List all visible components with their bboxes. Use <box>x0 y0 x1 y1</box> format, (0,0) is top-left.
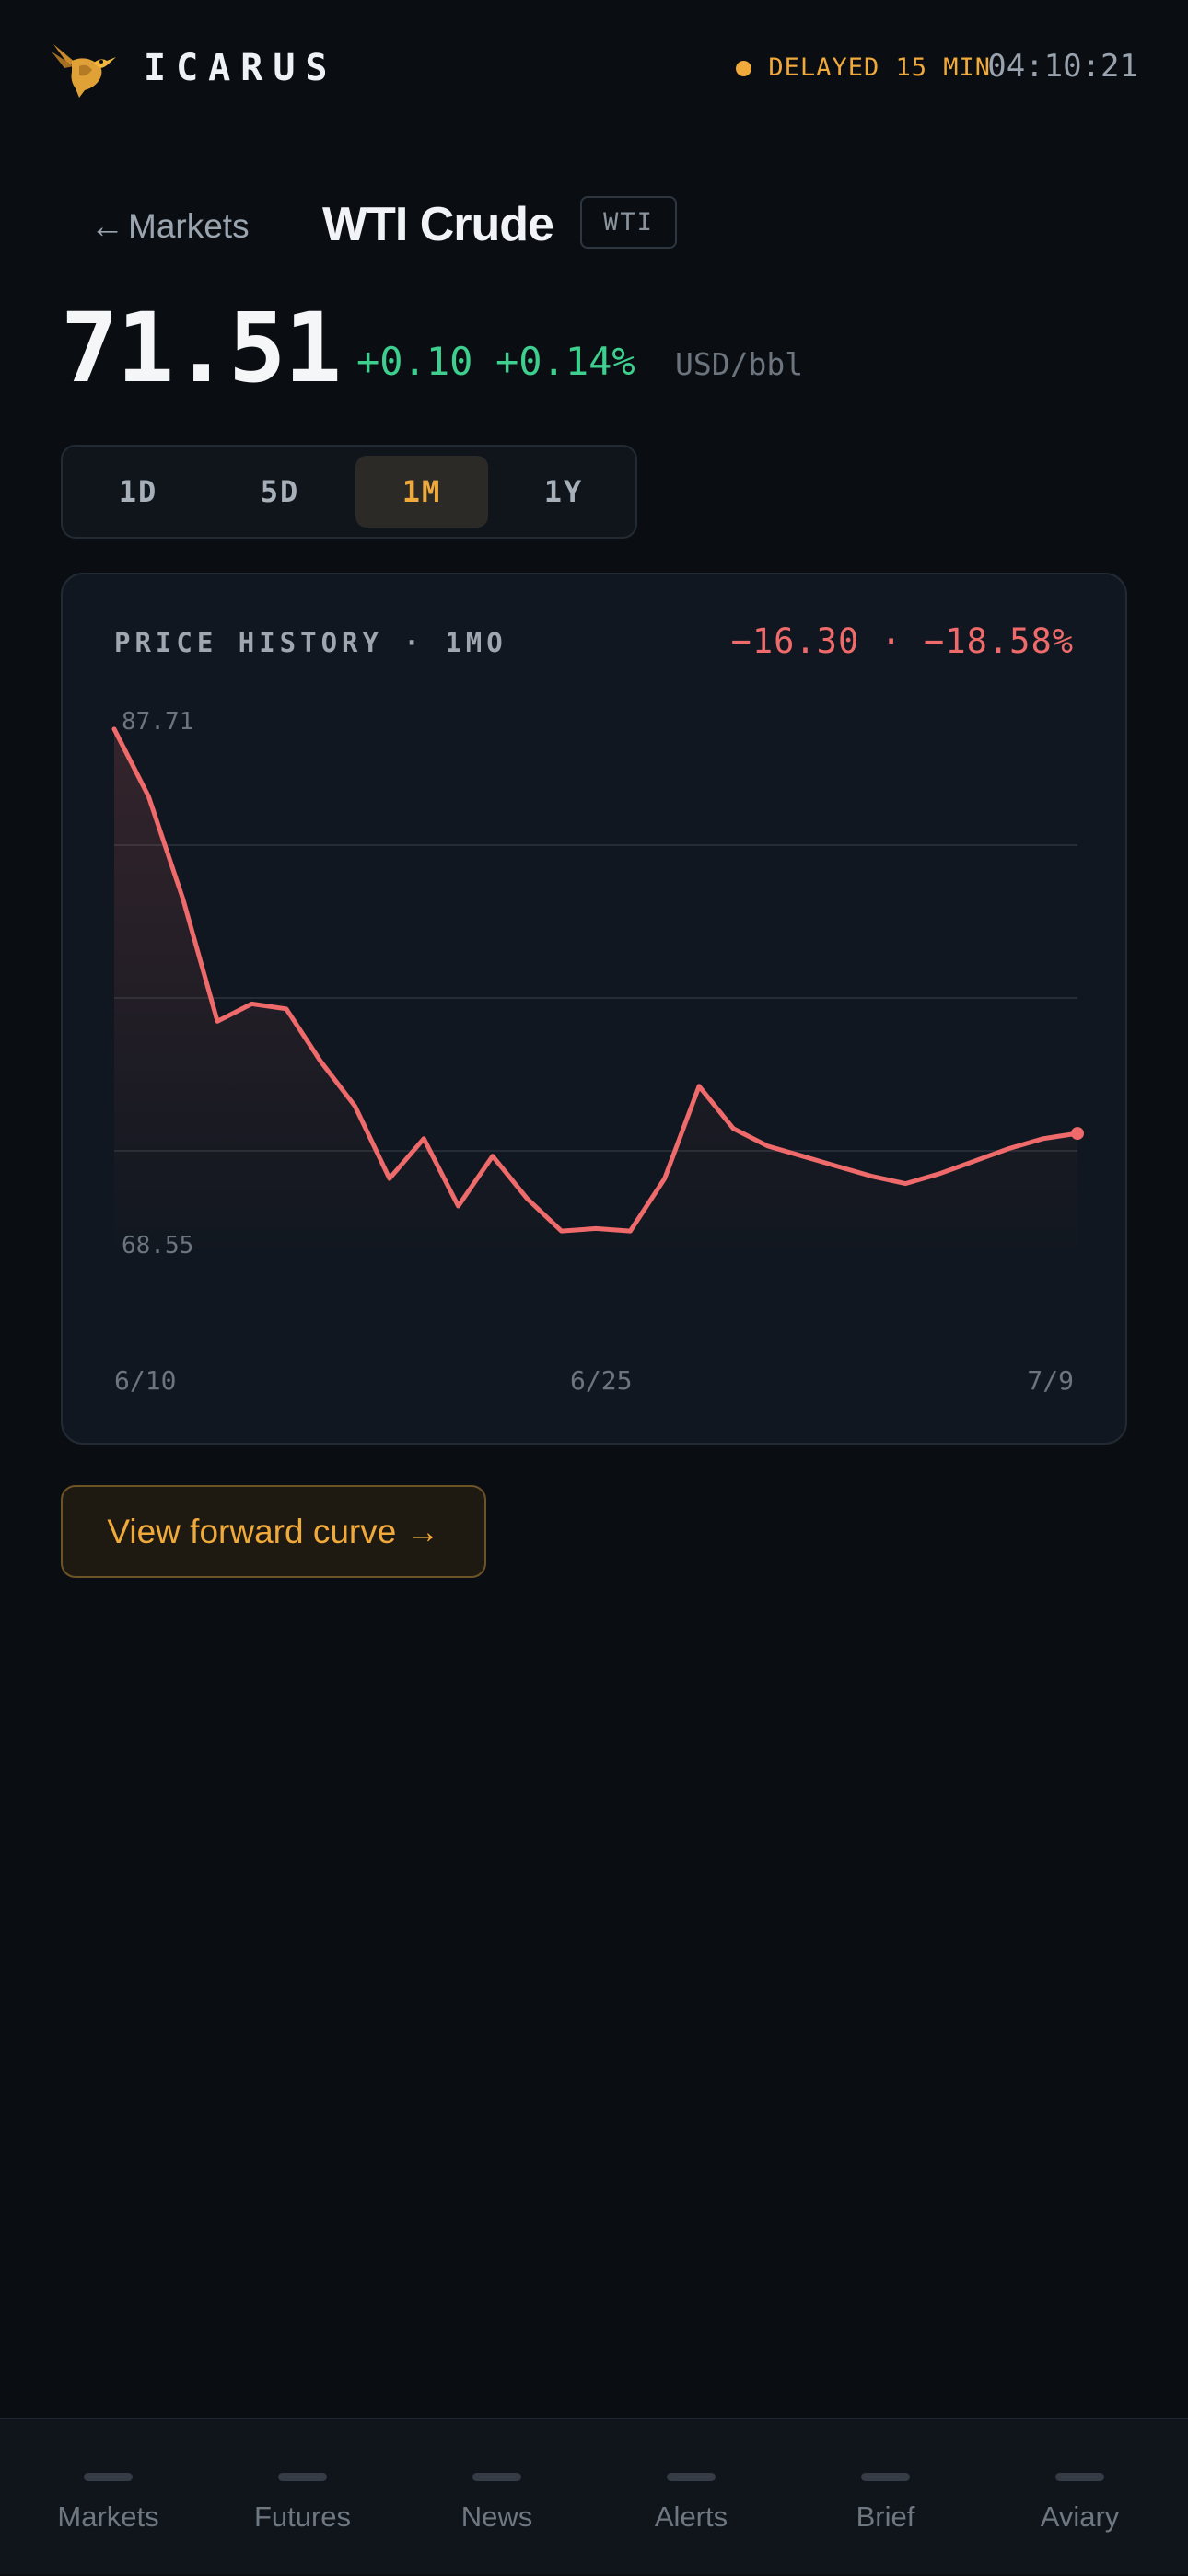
nav-label-futures: Futures <box>204 2498 402 2536</box>
hummingbird-icon <box>48 35 118 99</box>
page-title: WTI Crude <box>322 195 553 254</box>
nav-label-brief: Brief <box>786 2498 984 2536</box>
nav-tab-alerts[interactable]: Alerts <box>592 2419 790 2576</box>
last-price: 71.51 <box>61 293 340 403</box>
clock: 04:10:21 <box>987 46 1138 87</box>
app-name: ICARUS <box>144 44 338 92</box>
nav-label-aviary: Aviary <box>981 2498 1179 2536</box>
nav-label-markets: Markets <box>9 2498 207 2536</box>
back-link-label: Markets <box>128 207 250 245</box>
nav-indicator-icon <box>667 2473 716 2481</box>
status-dot-icon <box>736 61 751 76</box>
ticker-badge: WTI <box>580 196 677 249</box>
back-arrow-icon: ← <box>90 207 124 245</box>
range-option-1y[interactable]: 1Y <box>497 456 630 528</box>
nav-tab-news[interactable]: News <box>398 2419 596 2576</box>
price-history-card: PRICE HISTORY · 1MO −16.30 · −18.58% 87.… <box>61 573 1127 1445</box>
nav-label-news: News <box>398 2498 596 2536</box>
nav-indicator-icon <box>472 2473 521 2481</box>
status-text: DELAYED 15 MIN <box>768 52 991 85</box>
nav-label-alerts: Alerts <box>592 2498 790 2536</box>
top-bar: ICARUS DELAYED 15 MIN 04:10:21 <box>0 0 1188 138</box>
x-tick-label-end: 7/9 <box>1027 1364 1074 1398</box>
range-selector: 1D 5D 1M 1Y <box>61 445 637 539</box>
view-forward-curve-button[interactable]: View forward curve → <box>61 1485 486 1578</box>
x-tick-label-start: 6/10 <box>114 1364 176 1398</box>
nav-indicator-icon <box>1055 2473 1104 2481</box>
nav-tab-futures[interactable]: Futures <box>204 2419 402 2576</box>
range-option-1d[interactable]: 1D <box>72 456 204 528</box>
min-price-label: 68.55 <box>122 1232 193 1259</box>
nav-indicator-icon <box>278 2473 327 2481</box>
x-tick-label-mid: 6/25 <box>570 1364 632 1398</box>
nav-tab-markets[interactable]: Markets <box>9 2419 207 2576</box>
range-option-1m[interactable]: 1M <box>355 456 488 528</box>
bottom-nav: Markets Futures News Alerts Brief Aviary <box>0 2418 1188 2574</box>
nav-indicator-icon <box>84 2473 133 2481</box>
change-absolute: +0.10 <box>356 337 472 387</box>
last-price-point <box>1071 1127 1084 1140</box>
nav-tab-aviary[interactable]: Aviary <box>981 2419 1179 2576</box>
max-price-label: 87.71 <box>122 708 193 736</box>
delay-status: DELAYED 15 MIN <box>736 52 991 85</box>
change-percent: +0.14% <box>495 337 635 387</box>
back-to-markets-link[interactable]: ←Markets <box>90 202 250 251</box>
price-chart: 87.71 68.55 <box>63 574 1129 1446</box>
nav-indicator-icon <box>861 2473 910 2481</box>
nav-tab-brief[interactable]: Brief <box>786 2419 984 2576</box>
range-option-5d[interactable]: 5D <box>214 456 346 528</box>
price-unit: USD/bbl <box>675 343 803 386</box>
